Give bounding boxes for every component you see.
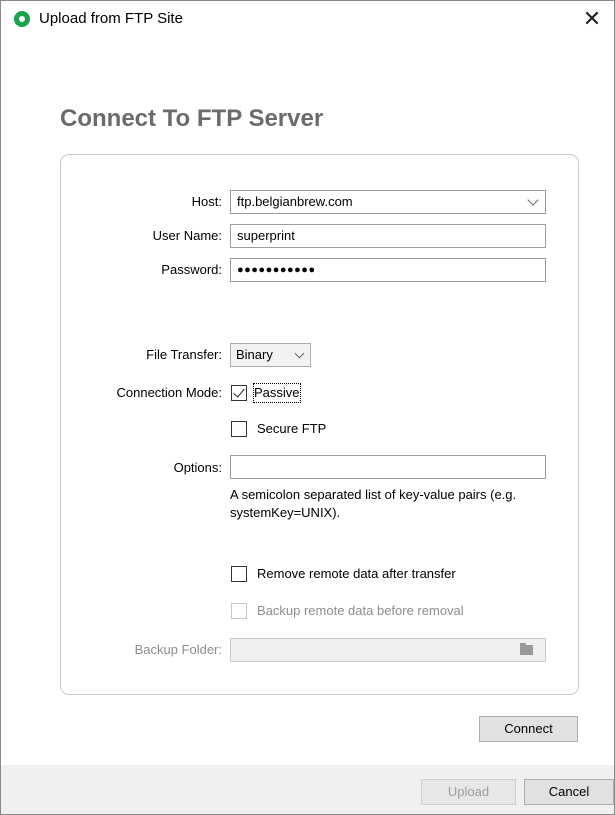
username-field[interactable]: superprint xyxy=(230,224,546,248)
title-bar: Upload from FTP Site ✕ xyxy=(1,1,614,37)
file-transfer-select[interactable]: Binary xyxy=(230,343,311,367)
options-hint: A semicolon separated list of key-value … xyxy=(230,487,517,520)
passive-label[interactable]: Passive xyxy=(253,383,301,403)
close-button[interactable]: ✕ xyxy=(570,1,614,37)
chevron-down-icon xyxy=(294,348,305,359)
username-label: User Name: xyxy=(152,228,222,243)
options-label: Options: xyxy=(173,460,222,475)
backup-folder-field[interactable] xyxy=(230,638,546,662)
checkmark-icon xyxy=(233,385,245,398)
dialog-footer: Upload Cancel xyxy=(1,765,614,814)
secure-ftp-label[interactable]: Secure FTP xyxy=(257,420,326,438)
file-transfer-label: File Transfer: xyxy=(146,347,222,362)
window-title: Upload from FTP Site xyxy=(39,10,183,27)
chevron-down-icon[interactable] xyxy=(527,194,539,206)
passive-checkbox[interactable] xyxy=(231,385,247,401)
dialog-window: Upload from FTP Site ✕ Connect To FTP Se… xyxy=(0,0,615,815)
cancel-button[interactable]: Cancel xyxy=(524,779,614,805)
upload-button[interactable]: Upload xyxy=(421,779,516,805)
password-label: Password: xyxy=(161,262,222,277)
backup-folder-label: Backup Folder: xyxy=(134,642,222,657)
connection-mode-label: Connection Mode: xyxy=(116,385,222,400)
remove-remote-checkbox[interactable] xyxy=(231,566,247,582)
app-icon xyxy=(14,11,30,27)
host-label: Host: xyxy=(191,194,222,209)
secure-ftp-checkbox[interactable] xyxy=(231,421,247,437)
connect-button[interactable]: Connect xyxy=(479,716,578,742)
folder-icon xyxy=(520,643,533,655)
connection-panel: Host: ftp.belgianbrew.com User Name: sup… xyxy=(60,154,579,695)
file-transfer-value: Binary xyxy=(236,347,273,362)
options-field[interactable] xyxy=(230,455,546,479)
page-heading: Connect To FTP Server xyxy=(60,105,324,132)
host-value: ftp.belgianbrew.com xyxy=(237,194,353,209)
backup-remote-checkbox[interactable] xyxy=(231,603,247,619)
host-combobox[interactable]: ftp.belgianbrew.com xyxy=(230,190,546,214)
backup-remote-label: Backup remote data before removal xyxy=(257,603,464,618)
remove-remote-label[interactable]: Remove remote data after transfer xyxy=(257,565,456,583)
password-field[interactable]: ●●●●●●●●●●● xyxy=(230,258,546,282)
